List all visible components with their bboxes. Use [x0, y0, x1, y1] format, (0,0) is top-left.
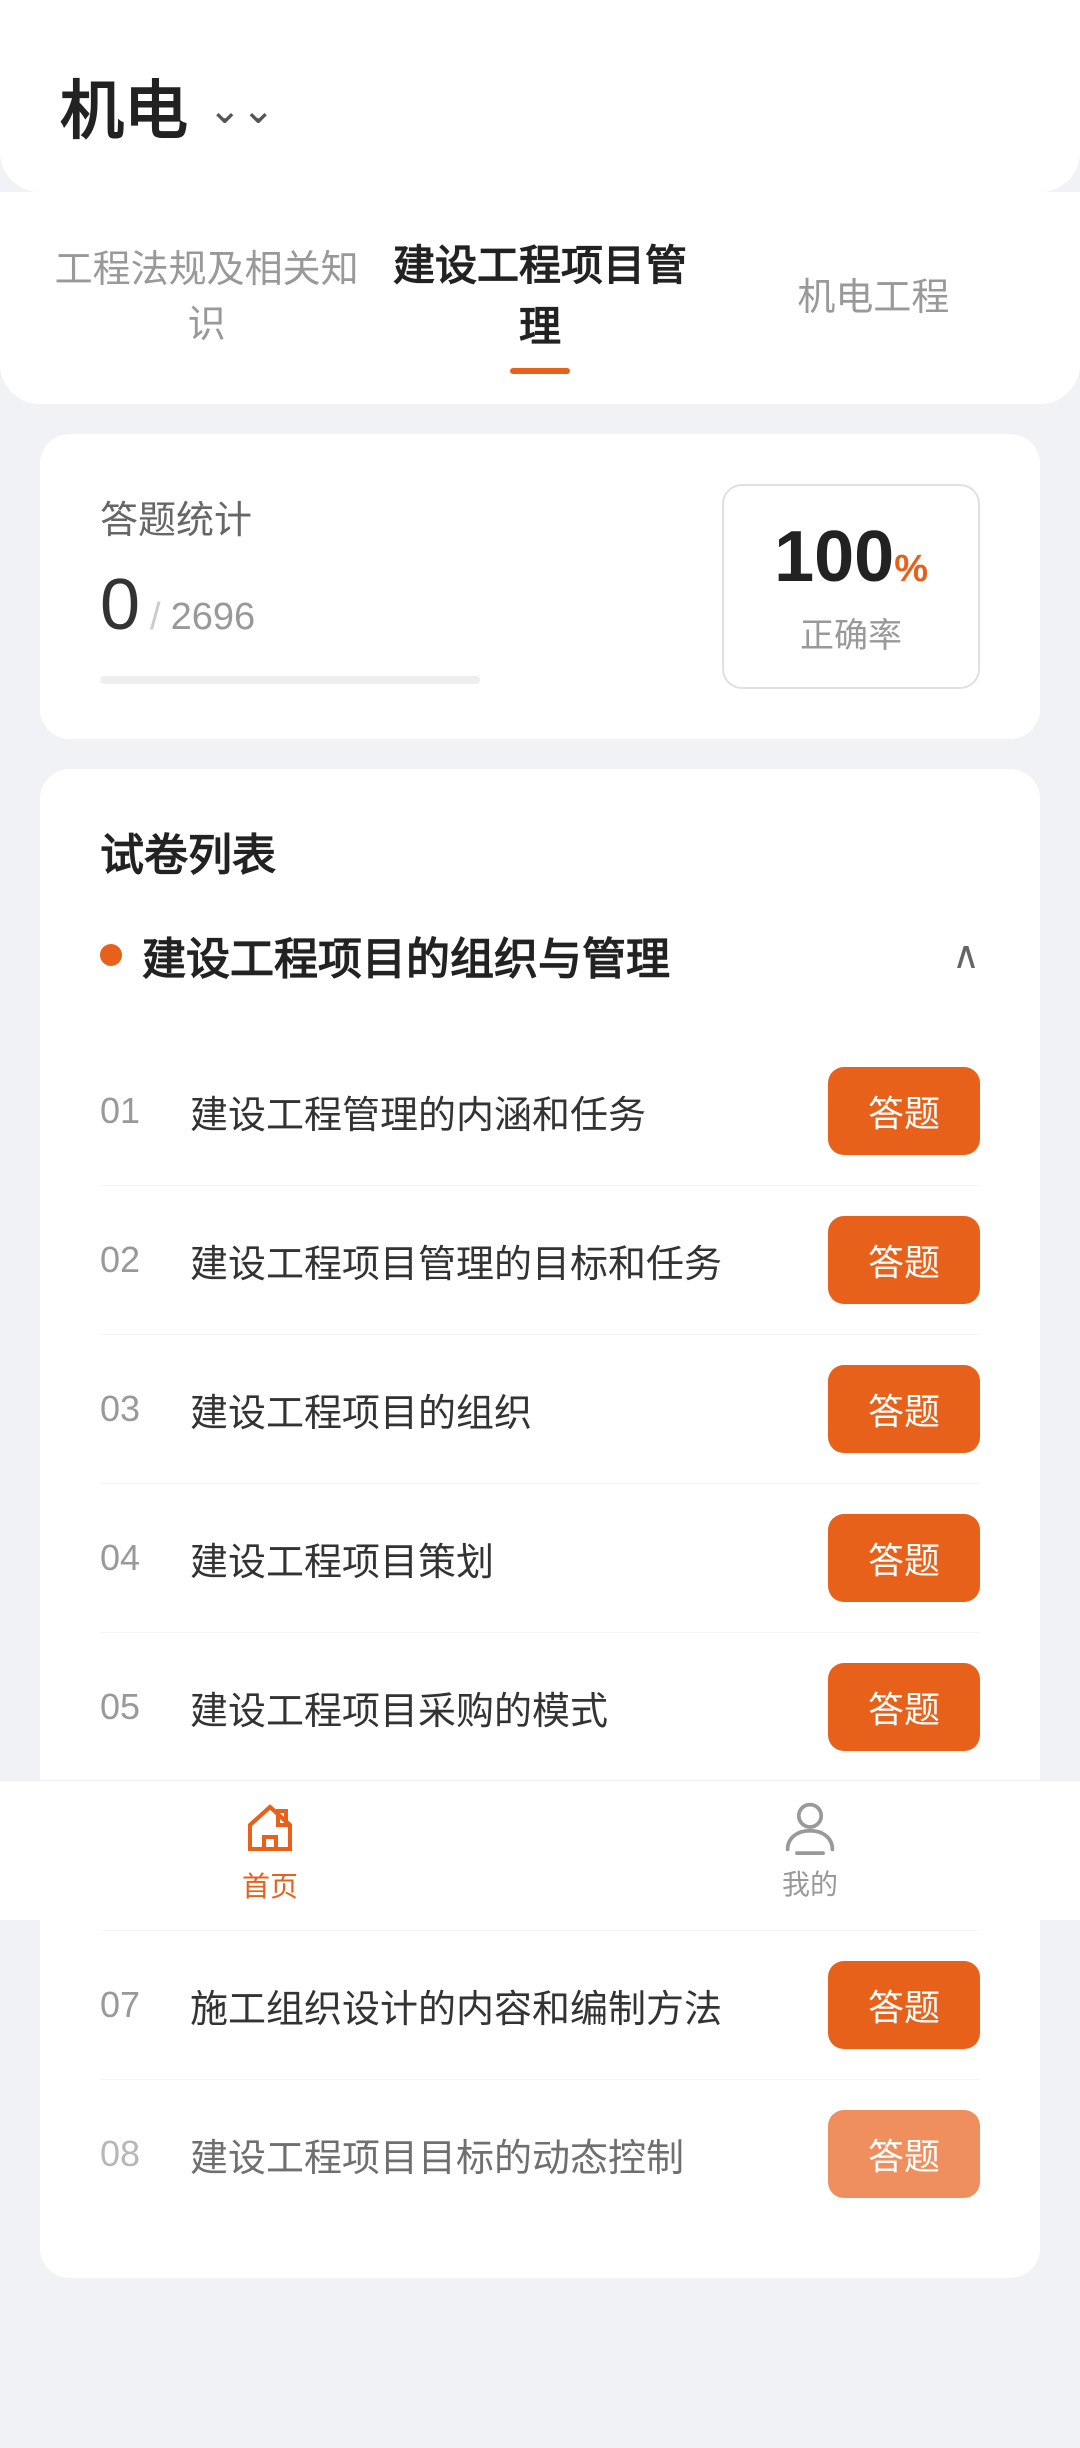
list-item: 04 建设工程项目策划 答题 [100, 1484, 980, 1633]
chapter-header[interactable]: 建设工程项目的组织与管理 ∧ [100, 923, 980, 1007]
stats-left: 答题统计 0 / 2696 [100, 489, 480, 684]
header: 机电 ⌄⌄ [0, 0, 1080, 192]
accuracy-percent: % [894, 548, 928, 590]
stats-total: 2696 [171, 596, 256, 639]
list-item: 05 建设工程项目采购的模式 答题 [100, 1633, 980, 1782]
exam-list-section: 试卷列表 建设工程项目的组织与管理 ∧ 01 建设工程管理的内涵和任务 答题 0… [40, 769, 1040, 2278]
list-item: 07 施工组织设计的内容和编制方法 答题 [100, 1931, 980, 2080]
page-title: 机电 [60, 60, 188, 152]
exam-number: 05 [100, 1686, 160, 1728]
answer-button-07[interactable]: 答题 [828, 1961, 980, 2049]
nav-profile-label: 我的 [782, 1863, 838, 1903]
nav-item-profile[interactable]: 我的 [540, 1799, 1080, 1903]
list-item: 02 建设工程项目管理的目标和任务 答题 [100, 1186, 980, 1335]
stats-current: 0 [100, 564, 140, 646]
chapter-title: 建设工程项目的组织与管理 [142, 923, 670, 987]
bottom-nav-spacer [0, 2308, 1080, 2448]
exam-number: 08 [100, 2133, 160, 2175]
exam-number: 01 [100, 1090, 160, 1132]
orange-dot-icon [100, 944, 122, 966]
exam-name: 建设工程项目的组织 [190, 1382, 828, 1437]
list-item: 03 建设工程项目的组织 答题 [100, 1335, 980, 1484]
exam-number: 02 [100, 1239, 160, 1281]
exam-name: 建设工程项目管理的目标和任务 [190, 1233, 828, 1288]
section-title: 试卷列表 [100, 819, 980, 883]
stats-progress-bar [100, 676, 480, 684]
app-container: 机电 ⌄⌄ 工程法规及相关知识 建设工程项目管理 机电工程 答题统计 0 / 2… [0, 0, 1080, 2448]
list-item: 01 建设工程管理的内涵和任务 答题 [100, 1037, 980, 1186]
exam-number: 04 [100, 1537, 160, 1579]
accuracy-box: 100% 正确率 [722, 484, 980, 689]
tab-project[interactable]: 建设工程项目管理 [373, 212, 706, 374]
tab-mechanical[interactable]: 机电工程 [707, 246, 1040, 341]
accuracy-number: 100 [774, 517, 894, 597]
chevron-down-icon[interactable]: ⌄⌄ [208, 87, 275, 133]
answer-button-03[interactable]: 答题 [828, 1365, 980, 1453]
exam-items-list: 01 建设工程管理的内涵和任务 答题 02 建设工程项目管理的目标和任务 答题 … [100, 1037, 980, 2228]
person-icon [782, 1799, 838, 1855]
chapter-title-row: 建设工程项目的组织与管理 [100, 923, 670, 987]
home-icon [240, 1797, 300, 1857]
stats-separator: / [150, 596, 161, 639]
answer-button-02[interactable]: 答题 [828, 1216, 980, 1304]
list-item: 08 建设工程项目目标的动态控制 答题 [100, 2080, 980, 2228]
answer-button-08[interactable]: 答题 [828, 2110, 980, 2198]
stats-card: 答题统计 0 / 2696 100% 正确率 [40, 434, 1040, 739]
answer-button-04[interactable]: 答题 [828, 1514, 980, 1602]
exam-number: 03 [100, 1388, 160, 1430]
answer-button-01[interactable]: 答题 [828, 1067, 980, 1155]
exam-name: 建设工程管理的内涵和任务 [190, 1084, 828, 1139]
exam-name: 建设工程项目目标的动态控制 [190, 2127, 828, 2182]
nav-home-label: 首页 [242, 1865, 298, 1905]
chevron-up-icon[interactable]: ∧ [952, 933, 980, 978]
tab-law[interactable]: 工程法规及相关知识 [40, 218, 373, 368]
exam-number: 07 [100, 1984, 160, 2026]
nav-item-home[interactable]: 首页 [0, 1797, 540, 1905]
stats-label: 答题统计 [100, 489, 480, 544]
accuracy-label: 正确率 [774, 608, 928, 657]
exam-name: 建设工程项目策划 [190, 1531, 828, 1586]
exam-name: 施工组织设计的内容和编制方法 [190, 1978, 828, 2033]
answer-button-05[interactable]: 答题 [828, 1663, 980, 1751]
exam-name: 建设工程项目采购的模式 [190, 1680, 828, 1735]
stats-progress: 0 / 2696 [100, 564, 480, 646]
tab-bar: 工程法规及相关知识 建设工程项目管理 机电工程 [0, 192, 1080, 404]
bottom-nav: 首页 我的 [0, 1780, 1080, 1920]
